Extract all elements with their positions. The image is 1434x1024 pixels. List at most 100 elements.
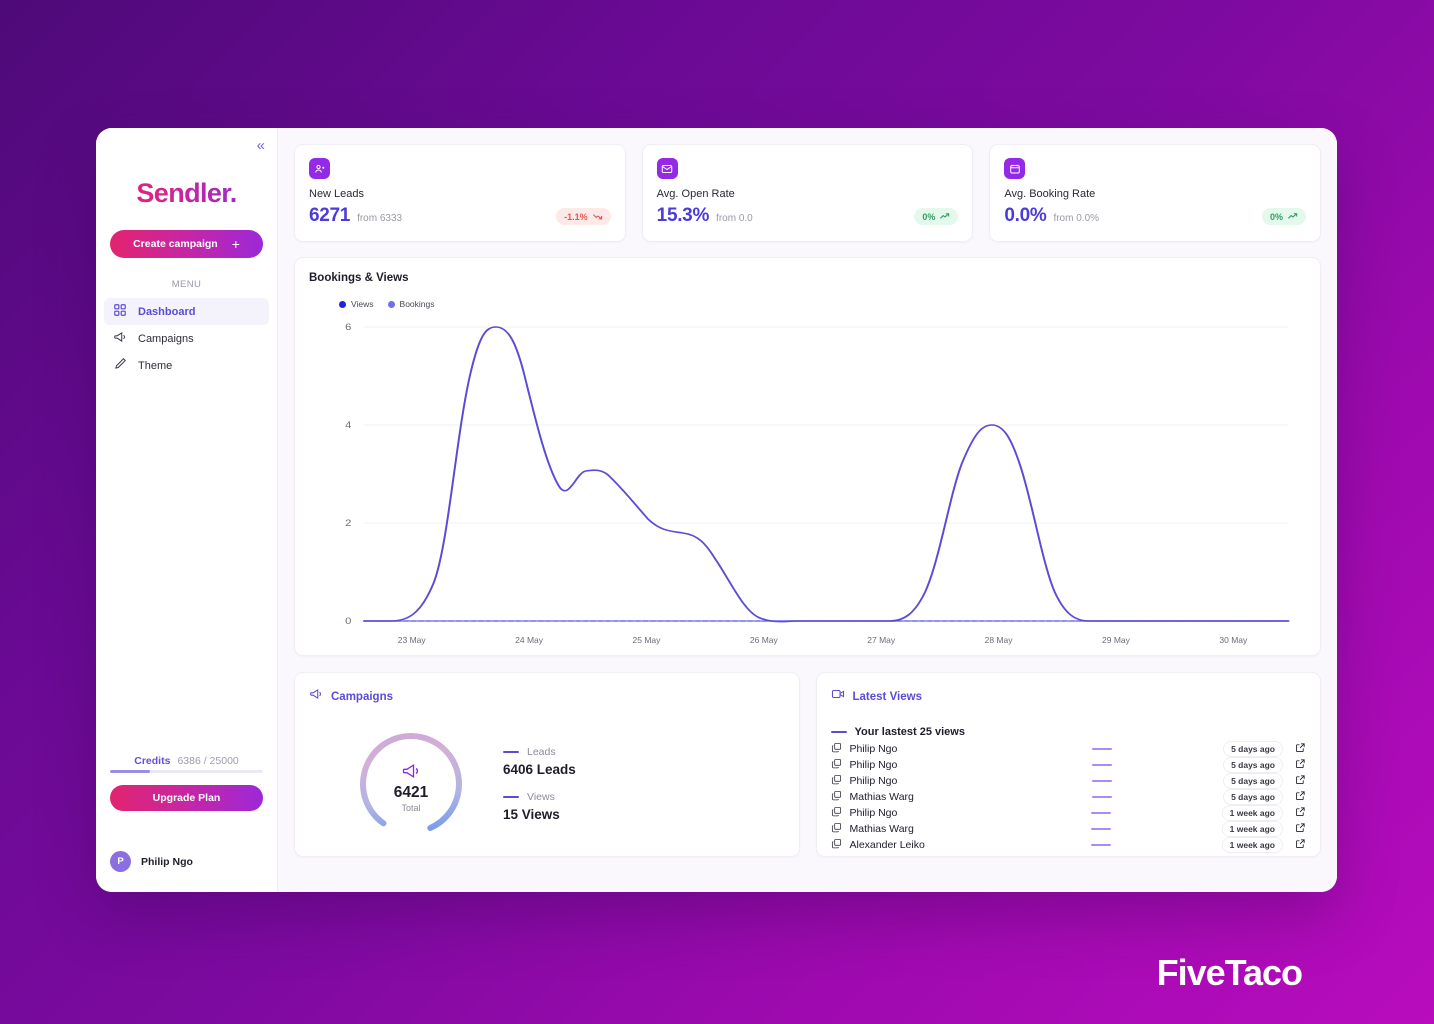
credits-progress-fill [110,770,150,773]
stat-title: New Leads [309,188,365,200]
campaigns-panel-header: Campaigns [309,687,785,706]
stat-from: from 6333 [357,213,403,224]
avatar: P [110,851,131,872]
chevron-double-left-icon[interactable]: « [257,138,265,158]
sidebar-item-label: Campaigns [138,332,194,345]
credits-label: Credits [134,755,171,767]
sidebar-nav: Dashboard Campaigns Theme [96,298,277,379]
credits-value: 6386 / 25000 [177,755,239,767]
view-timestamp: 1 week ago [1221,805,1283,821]
status-badge: 0% [914,208,959,225]
view-timestamp: 1 week ago [1221,837,1283,853]
stats-row: New Leads 6271 from 6333 -1.1% Avg. Open… [294,144,1322,242]
stat-value-row: 15.3% from 0.0 [657,205,959,227]
x-tick: 25 May [632,635,661,645]
legend-label: Views [527,791,555,803]
grid-icon [113,303,127,320]
donut-total-label: Total [401,803,421,813]
sidebar-footer: Credits 6386 / 25000 Upgrade Plan P Phil… [96,755,277,892]
upgrade-plan-button[interactable]: Upgrade Plan [110,785,263,811]
view-timestamp: 5 days ago [1223,773,1283,789]
campaigns-donut: 6421 Total [355,728,467,840]
megaphone-icon [113,330,127,347]
stat-card-avg-booking-rate: Avg. Booking Rate 0.0% from 0.0% 0% [989,144,1322,242]
campaigns-legend-views: Views 15 Views [503,791,576,822]
badge-label: 0% [922,211,936,222]
legend-line-leads [503,750,519,754]
x-tick: 26 May [749,635,778,645]
stat-value-row: 0.0% from 0.0% [1004,205,1306,227]
credits-row: Credits 6386 / 25000 [110,755,263,767]
view-bar [1092,795,1113,799]
view-user-name: Philip Ngo [849,759,898,771]
panel-title: Campaigns [331,690,393,703]
x-tick: 28 May [984,635,1013,645]
menu-heading: MENU [171,279,202,290]
svg-text:6: 6 [345,323,352,333]
legend-label: Bookings [399,299,435,309]
stat-from: from 0.0 [716,213,753,224]
sidebar-user[interactable]: P Philip Ngo [110,851,263,872]
svg-text:2: 2 [345,519,352,529]
list-item[interactable]: Alexander Leiko 1 week ago [831,837,1307,853]
view-user-name: Philip Ngo [849,775,898,787]
stat-card-avg-open-rate: Avg. Open Rate 15.3% from 0.0 0% [641,144,974,242]
stat-title: Avg. Open Rate [656,188,735,200]
calendar-icon [1004,158,1026,179]
view-bar [1092,747,1113,751]
view-timestamp: 5 days ago [1223,757,1283,773]
panel-title: Latest Views [852,690,922,703]
list-item[interactable]: Philip Ngo 5 days ago [831,773,1307,789]
svg-text:4: 4 [345,421,352,431]
view-user-name: Mathias Warg [849,823,914,835]
latest-views-subtitle-row: Your lastest 25 views [830,726,1307,738]
external-link-icon[interactable] [1295,836,1306,854]
video-icon [831,687,845,706]
trend-up-icon [1288,213,1298,219]
subtitle-line [830,730,847,734]
list-item[interactable]: Mathias Warg 1 week ago [831,821,1307,837]
megaphone-icon [401,761,421,781]
plus-icon: + [231,236,240,252]
legend-item-bookings[interactable]: Bookings [387,299,435,309]
brand-logo: Sendler. [96,178,277,209]
stat-title: Avg. Booking Rate [1004,188,1096,200]
latest-views-list: Philip Ngo 5 days ago Philip Ngo 5 days … [831,741,1307,853]
chart-legend: Views Bookings [339,299,1306,309]
chart-line-views [362,326,1290,623]
legend-item-views[interactable]: Views [339,299,374,309]
view-bar [1090,827,1111,831]
x-tick: 27 May [867,635,896,645]
x-tick: 30 May [1219,635,1248,645]
sidebar-item-theme[interactable]: Theme [104,352,269,379]
brush-icon [113,357,127,374]
view-user-name: Philip Ngo [849,743,898,755]
latest-views-panel: Latest Views Your lastest 25 views Phili… [815,672,1321,857]
list-item[interactable]: Philip Ngo 5 days ago [831,757,1307,773]
copy-icon [831,836,842,854]
x-tick: 23 May [397,635,426,645]
badge-label: -1.1% [564,211,588,222]
chart-x-axis: 23 May 24 May 25 May 26 May 27 May 28 Ma… [353,635,1292,645]
view-bar [1090,843,1111,847]
view-bar [1092,763,1113,767]
legend-label: Leads [527,746,556,758]
trend-down-icon [592,214,602,220]
view-user-name: Mathias Warg [849,791,914,803]
stat-value: 15.3% [656,205,710,226]
list-item[interactable]: Mathias Warg 5 days ago [831,789,1307,805]
list-item[interactable]: Philip Ngo 1 week ago [831,805,1307,821]
x-tick: 24 May [515,635,543,645]
sidebar-item-dashboard[interactable]: Dashboard [104,298,269,325]
sidebar-item-campaigns[interactable]: Campaigns [104,325,269,352]
bottom-panels-row: Campaigns 6421 Total Leads 6406 Leads Vi… [294,672,1321,857]
legend-line-views [503,795,519,799]
list-item[interactable]: Philip Ngo 5 days ago [831,741,1307,757]
create-campaign-label: Create campaign [133,238,218,250]
view-user-name: Alexander Leiko [849,839,925,851]
view-bar [1090,811,1111,815]
sidebar-item-label: Dashboard [138,305,196,318]
create-campaign-button[interactable]: Create campaign + [110,230,263,258]
donut-center: 6421 Total [355,728,467,840]
legend-value: 15 Views [503,807,560,822]
